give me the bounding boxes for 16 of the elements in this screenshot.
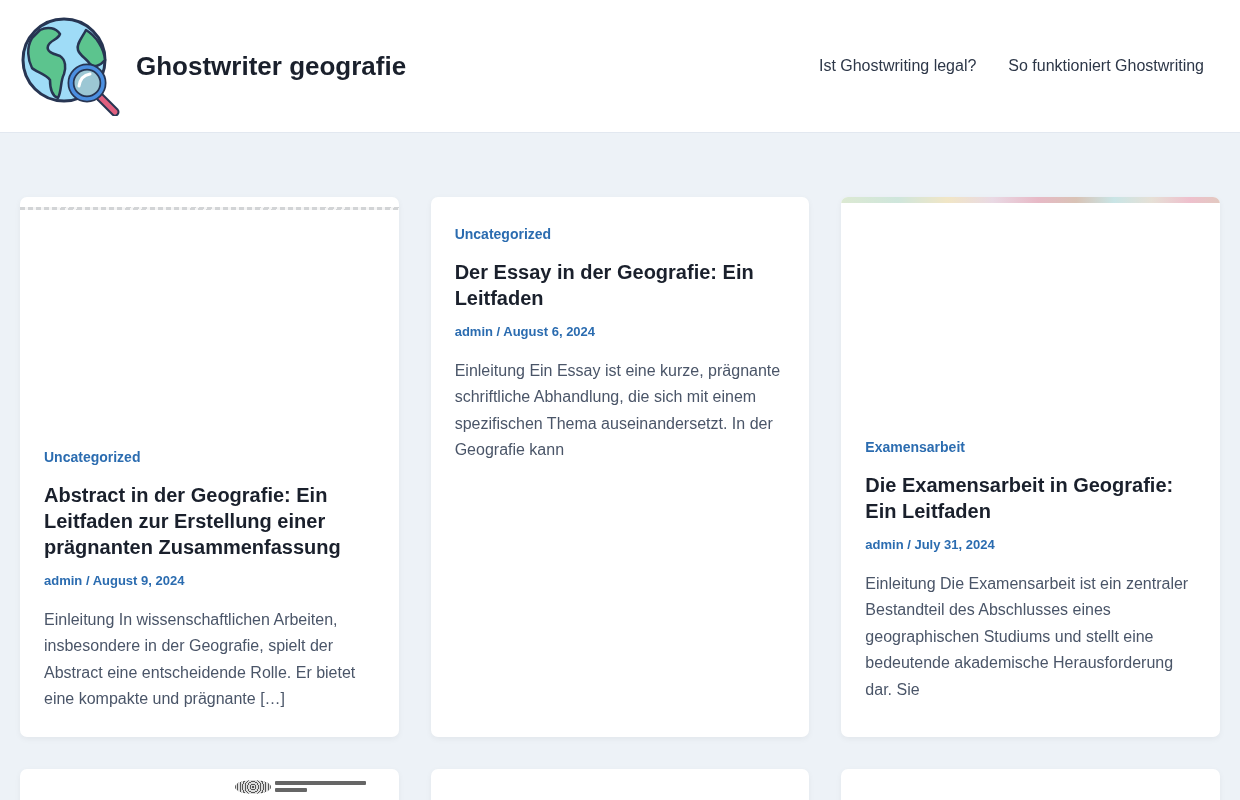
post-meta: admin / July 31, 2024 (865, 536, 995, 554)
post-title-link[interactable]: Die Examensarbeit in Geografie: Ein Leitfaden (865, 472, 1196, 524)
globe-magnifier-icon[interactable] (20, 16, 120, 116)
post-excerpt: Einleitung In wissenschaftlichen Arbeiten, insbesondere in der Geografie, spielt der Abstract eine entscheidende Rolle. Er bietet eine kompakte und prägnante […] (44, 610, 357, 710)
post-meta: admin / August 9, 2024 (44, 572, 185, 590)
nav-link[interactable]: So funktioniert Ghostwriting (992, 54, 1220, 78)
post-meta: admin / August 6, 2024 (454, 323, 596, 341)
category-link[interactable]: Uncategorized (44, 444, 141, 470)
post-title-link[interactable]: Der Essay in der Geografie: Ein Leitfaden (454, 259, 786, 311)
category-link[interactable]: Examensarbeit (865, 434, 965, 460)
nav-link[interactable]: Ist Ghostwriting legal? (802, 54, 993, 78)
post-excerpt: Einleitung Ein Essay ist eine kurze, prägnante schriftliche Abhandlung, die sich mit einem spezifischen Thema auseinandersetzt. In der Geografie kann (454, 361, 782, 461)
post-title-link[interactable]: Abstract in der Geografie: Ein Leitfaden zur Erstellung einer prägnanten Zusammenfassung (44, 482, 375, 560)
site-title[interactable]: Ghostwriter geografie (136, 50, 407, 82)
post-excerpt: Einleitung Die Examensarbeit ist ein zentraler Bestandteil des Abschlusses eines geographischen Studiums und stellt eine bedeutende akademische Herausforderung dar. Sie (865, 574, 1190, 700)
category-link[interactable]: Uncategorized (454, 221, 552, 247)
